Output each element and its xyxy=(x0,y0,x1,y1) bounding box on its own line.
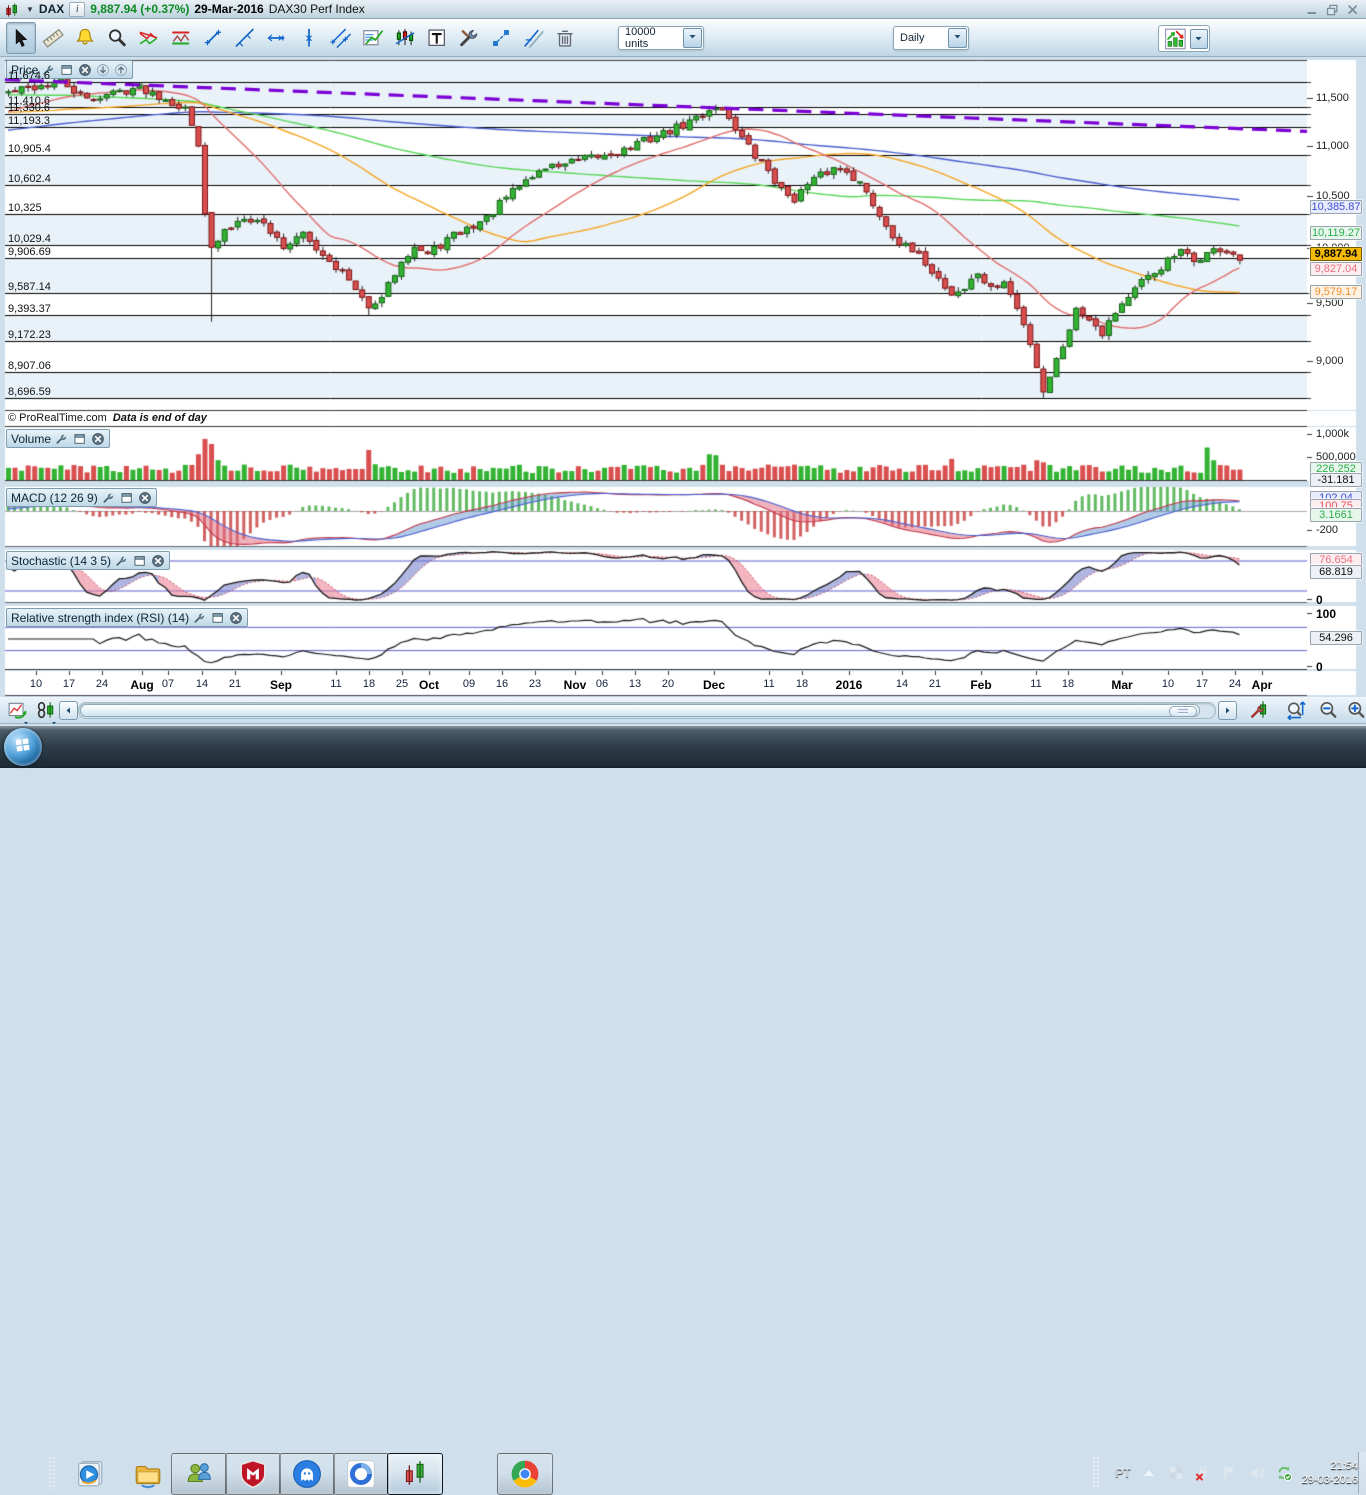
window-titlebar: ▼ DAX i 9,887.94 (+0.37%) 29-Mar-2016 DA… xyxy=(0,0,1366,19)
close-button[interactable] xyxy=(1346,3,1360,15)
restore-button[interactable] xyxy=(1326,3,1340,15)
chart-style-icon xyxy=(1161,28,1190,50)
system-tray: PT 21:54 29-03-2016 xyxy=(1115,1452,1358,1494)
instrument-dropdown-arrow[interactable]: ▼ xyxy=(26,5,34,14)
channel-tool-button[interactable] xyxy=(326,22,356,54)
sync-tray-icon[interactable] xyxy=(1275,1464,1293,1482)
link-options-arrow[interactable] xyxy=(50,713,58,719)
zoom-in-button[interactable] xyxy=(1344,700,1366,720)
ruler-tool-button[interactable] xyxy=(38,22,68,54)
chart-area: Price Volume MACD (12 26 9) Stochastic (… xyxy=(0,57,1366,697)
timeframe-dropdown-arrow[interactable] xyxy=(948,28,967,48)
taskbar-app-messenger[interactable] xyxy=(171,1453,227,1495)
trendline-tool-button[interactable] xyxy=(230,22,260,54)
drawing-tools xyxy=(6,22,580,54)
instrument-name: DAX30 Perf Index xyxy=(269,2,365,16)
zoom-selection-button[interactable] xyxy=(1284,700,1308,720)
clock-date: 29-03-2016 xyxy=(1302,1473,1358,1487)
clock[interactable]: 21:54 29-03-2016 xyxy=(1302,1459,1358,1487)
horizontal-scrollbar[interactable] xyxy=(78,702,1216,719)
taskbar-grip xyxy=(48,1456,56,1490)
zoom-tool-button[interactable] xyxy=(102,22,132,54)
measure-tool-button[interactable] xyxy=(486,22,516,54)
chart-style-button[interactable] xyxy=(1158,25,1210,52)
clock-time: 21:54 xyxy=(1302,1459,1358,1473)
window-controls xyxy=(1306,3,1366,15)
trash-tool-button[interactable] xyxy=(550,22,580,54)
scroll-left-button[interactable] xyxy=(59,701,78,720)
candle-analysis-tool-button[interactable] xyxy=(390,22,420,54)
language-indicator[interactable]: PT xyxy=(1115,1466,1130,1480)
quote-date: 29-Mar-2016 xyxy=(194,2,263,16)
zoom-out-button[interactable] xyxy=(1316,700,1340,720)
units-dropdown-arrow[interactable] xyxy=(683,28,702,48)
main-toolbar: 10000 units Daily xyxy=(0,19,1366,57)
pointer-tool-button[interactable] xyxy=(6,22,36,54)
show-desktop-button[interactable] xyxy=(1358,1452,1366,1494)
speaker-tray-icon[interactable] xyxy=(1248,1464,1266,1482)
taskbar-app-ring[interactable] xyxy=(333,1453,389,1495)
chart-canvas[interactable] xyxy=(0,57,1366,697)
pattern-triangles-tool-button[interactable] xyxy=(134,22,164,54)
last-quote: 9,887.94 (+0.37%) xyxy=(90,2,189,16)
export-options-arrow[interactable] xyxy=(22,713,30,719)
pattern-levels-tool-button[interactable] xyxy=(166,22,196,54)
tray-icons xyxy=(1167,1464,1293,1482)
horizontal-segment-tool-button[interactable] xyxy=(262,22,292,54)
flag-tray-icon[interactable] xyxy=(1221,1464,1239,1482)
taskbar-app-chrome[interactable] xyxy=(497,1453,553,1495)
taskbar-app-explorer[interactable] xyxy=(120,1453,176,1495)
tray-grip xyxy=(1092,1456,1100,1490)
grid-tray-icon[interactable] xyxy=(1167,1464,1185,1482)
show-hidden-icons-button[interactable] xyxy=(1140,1464,1158,1482)
annotated-chart-tool-button[interactable] xyxy=(358,22,388,54)
units-dropdown[interactable]: 10000 units xyxy=(618,26,704,50)
scroll-right-button[interactable] xyxy=(1218,701,1237,720)
taskbar-app-wmp[interactable] xyxy=(62,1453,118,1495)
alarm-tool-button[interactable] xyxy=(70,22,100,54)
text-tool-button[interactable] xyxy=(422,22,452,54)
taskbar-app-ghost[interactable] xyxy=(279,1453,335,1495)
start-button[interactable] xyxy=(4,728,42,766)
tools-tool-button[interactable] xyxy=(454,22,484,54)
taskbar-app-mcafee[interactable] xyxy=(225,1453,281,1495)
timeframe-value: Daily xyxy=(894,32,947,44)
chart-settings-button[interactable] xyxy=(1248,700,1272,720)
timeframe-dropdown[interactable]: Daily xyxy=(893,26,969,50)
minimize-button[interactable] xyxy=(1306,3,1320,15)
taskbar: PT 21:54 29-03-2016 xyxy=(0,726,1366,768)
chart-bottom-bar xyxy=(0,697,1366,724)
segment-tool-button[interactable] xyxy=(198,22,228,54)
chart-style-dropdown-arrow[interactable] xyxy=(1190,29,1208,49)
instrument-icon xyxy=(5,2,21,16)
vertical-line-tool-button[interactable] xyxy=(294,22,324,54)
info-button[interactable]: i xyxy=(69,2,85,17)
parallel-lines-tool-button[interactable] xyxy=(518,22,548,54)
plug-tray-icon[interactable] xyxy=(1194,1464,1212,1482)
scrollbar-grip[interactable] xyxy=(1169,706,1197,717)
scrollbar-thumb[interactable] xyxy=(80,704,1200,717)
taskbar-app-prorealtime[interactable] xyxy=(387,1453,443,1495)
units-value: 10000 units xyxy=(619,26,682,50)
instrument-symbol[interactable]: DAX xyxy=(39,2,64,16)
